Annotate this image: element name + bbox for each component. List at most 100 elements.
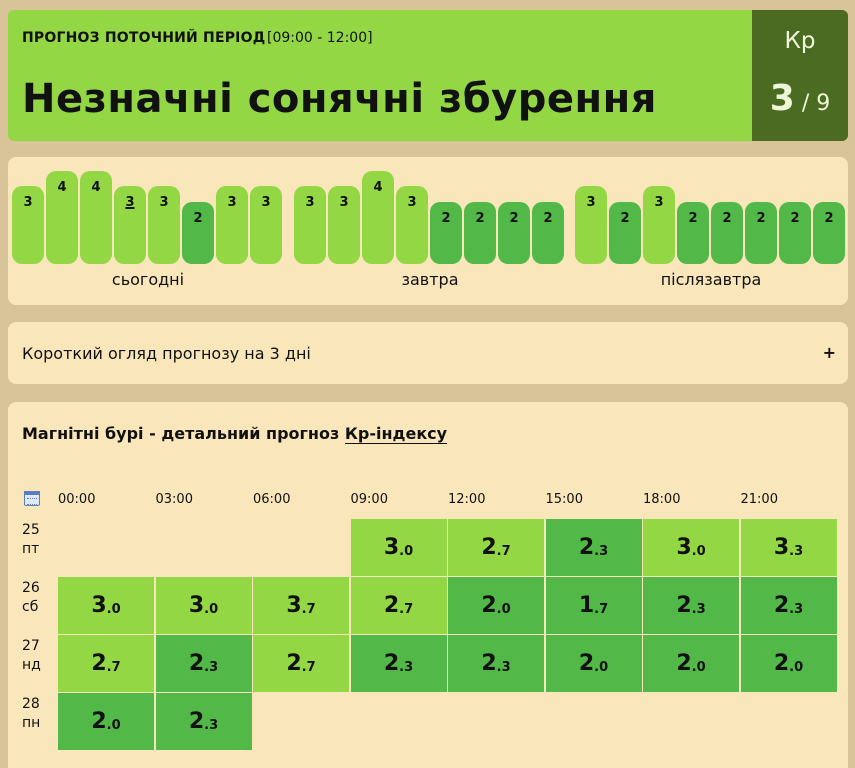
kp-index-box: Кр 3 / 9 (752, 10, 848, 141)
kp-index-link[interactable]: Кр-індексу (344, 424, 448, 444)
kp-forecast-cell: 2.0 (448, 577, 545, 635)
kp-bar: 2 (464, 202, 496, 264)
kp-bar: 2 (532, 202, 564, 264)
hour-column-header: 15:00 (545, 492, 583, 507)
kp-forecast-cell: 2.0 (545, 635, 643, 693)
current-period-label: ПРОГНОЗ ПОТОЧНИЙ ПЕРІОД (22, 30, 266, 46)
kp-integer: 2 (578, 651, 595, 676)
kp-bar: 4 (362, 171, 394, 264)
kp-integer: 3 (286, 593, 302, 618)
kp-bar-value: 3 (654, 195, 664, 210)
summary-accordion[interactable]: Короткий огляд прогнозу на 3 дні + (8, 322, 848, 384)
kp-bar-value: 2 (509, 211, 519, 226)
kp-bar: 2 (677, 202, 709, 264)
day-label: післязавтра (660, 270, 762, 289)
current-period-range: [09:00 - 12:00] (267, 30, 373, 46)
kp-bar-value: 4 (57, 180, 67, 195)
kp-bar-value: 2 (756, 211, 766, 226)
kp-integer: 1 (578, 593, 595, 618)
weekday: пн (22, 715, 41, 731)
kp-forecast-cell: 3.3 (740, 519, 838, 577)
kp-bar: 3 (328, 186, 360, 264)
kp-label: Кр (784, 28, 816, 54)
kp-integer: 2 (188, 651, 205, 676)
kp-integer: 2 (286, 651, 302, 676)
kp-bar: 3 (294, 186, 326, 264)
kp-bar: 2 (182, 202, 214, 264)
kp-forecast-cell: 1.7 (545, 577, 643, 635)
kp-bar-value: 2 (722, 211, 732, 226)
kp-decimal: .3 (204, 660, 219, 675)
kp-forecast-cell: 2.3 (155, 693, 253, 751)
kp-bar-value: 2 (441, 211, 451, 226)
kp-decimal: .0 (594, 660, 609, 675)
kp-forecast-cell: 2.0 (740, 635, 838, 693)
kp-bar: 2 (498, 202, 530, 264)
kp-decimal: .3 (399, 660, 414, 675)
kp-decimal: .3 (691, 602, 706, 617)
kp-bar-value: 2 (193, 211, 203, 226)
kp-integer: 3 (91, 593, 107, 618)
weekday: сб (22, 599, 39, 615)
kp-current-value: 3 (769, 78, 795, 119)
kp-integer: 3 (383, 535, 400, 560)
day-number: 26 (22, 580, 40, 596)
kp-decimal: .0 (691, 660, 706, 675)
hour-column-header: 09:00 (350, 492, 388, 507)
day-label: завтра (401, 270, 459, 289)
kp-forecast-cell: 3.0 (350, 519, 448, 577)
kp-bar: 3 (575, 186, 607, 264)
kp-bar-value: 2 (620, 211, 630, 226)
kp-decimal: .0 (204, 602, 219, 617)
kp-decimal: .0 (399, 544, 414, 559)
three-day-bars-panel: 3 4 4 3 3 2 3 3 сьогодні 3 3 4 3 2 2 2 2 завтра 3 2 3 2 2 2 2 2 пі… (8, 157, 848, 305)
kp-forecast-cell: 3.7 (253, 577, 350, 635)
kp-forecast-cell: 2.3 (155, 635, 253, 693)
kp-forecast-cell: 3.0 (155, 577, 253, 635)
kp-bar-value: 2 (688, 211, 698, 226)
kp-decimal: .0 (106, 602, 121, 617)
summary-accordion-title[interactable]: Короткий огляд прогнозу на 3 дні (22, 344, 311, 363)
kp-decimal: .3 (789, 602, 804, 617)
kp-forecast-cell: 2.3 (448, 635, 545, 693)
kp-bar: 4 (80, 171, 112, 264)
hour-column-header: 06:00 (253, 492, 291, 507)
kp-forecast-cell: 2.7 (253, 635, 350, 693)
kp-bar: 3 (250, 186, 282, 264)
kp-bar-value: 2 (790, 211, 800, 226)
kp-decimal: .0 (106, 718, 121, 733)
detailed-forecast-title-text: Магнітні бурі - детальний прогноз (22, 424, 345, 443)
kp-decimal: .7 (496, 544, 511, 559)
kp-decimal: .0 (789, 660, 804, 675)
kp-forecast-cell: 2.0 (58, 693, 155, 751)
kp-decimal: .7 (594, 602, 609, 617)
hour-column-header: 21:00 (740, 492, 778, 507)
kp-bar: 4 (46, 171, 78, 264)
kp-bar: 2 (779, 202, 811, 264)
kp-forecast-cell: 2.3 (740, 577, 838, 635)
kp-bar-value: 3 (125, 195, 135, 210)
kp-decimal: .0 (691, 544, 706, 559)
day-number: 28 (22, 696, 40, 712)
kp-forecast-cell: 2.3 (350, 635, 448, 693)
kp-integer: 2 (676, 593, 692, 618)
kp-integer: 2 (676, 651, 692, 676)
kp-bar-value: 2 (824, 211, 834, 226)
forecast-title: Незначні сонячні збурення (22, 76, 657, 122)
kp-bar-value: 3 (23, 195, 33, 210)
kp-forecast-cell: 3.0 (643, 519, 740, 577)
detailed-forecast-title: Магнітні бурі - детальний прогноз Кр-інд… (22, 424, 448, 444)
kp-bar-value: 3 (159, 195, 169, 210)
day-row-label: 28 пн (22, 695, 40, 733)
day-number: 25 (22, 522, 40, 538)
expand-plus-icon[interactable]: + (823, 343, 836, 362)
kp-bar: 2 (813, 202, 845, 264)
kp-bar: 3 (216, 186, 248, 264)
kp-value: 3 / 9 (752, 78, 848, 119)
kp-integer: 2 (481, 651, 497, 676)
kp-integer: 2 (383, 593, 400, 618)
kp-bar-value: 4 (373, 180, 383, 195)
kp-forecast-cell: 2.7 (448, 519, 545, 577)
kp-integer: 2 (481, 535, 497, 560)
calendar-icon (24, 491, 40, 506)
